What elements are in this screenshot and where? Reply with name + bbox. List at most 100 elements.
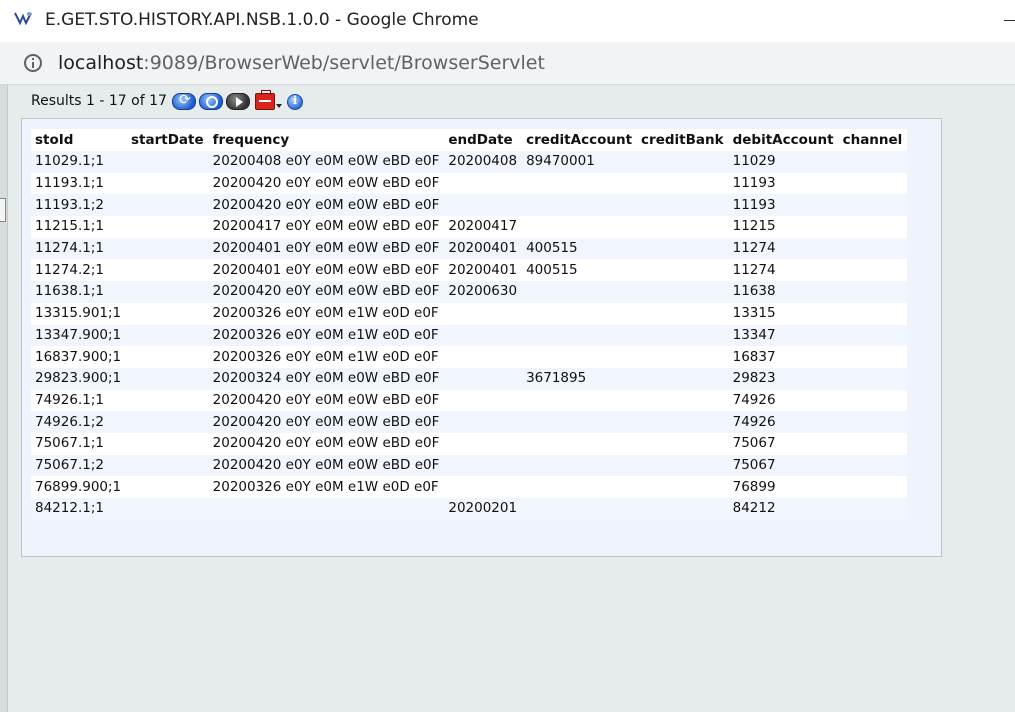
cell-creditaccount: 400515 bbox=[522, 259, 638, 282]
table-row[interactable]: 11274.2;1 20200401 e0Y e0M e0W eBD e0F 202… bbox=[31, 259, 908, 282]
cell-frequency: 20200326 e0Y e0M e1W e0D e0F bbox=[208, 324, 445, 347]
cell-creditaccount bbox=[522, 476, 638, 498]
cell-channel bbox=[838, 324, 908, 347]
cell-channel bbox=[838, 259, 908, 282]
cell-debitaccount: 11215 bbox=[728, 216, 839, 238]
left-frame-tab[interactable] bbox=[0, 198, 6, 222]
cell-enddate: 20200401 bbox=[444, 259, 523, 282]
site-info-icon[interactable] bbox=[24, 54, 42, 72]
left-frame-edge bbox=[0, 84, 8, 712]
cell-stoid: 74926.1;2 bbox=[31, 411, 127, 433]
cell-frequency: 20200420 e0Y e0M e0W eBD e0F bbox=[208, 281, 445, 303]
cell-frequency bbox=[208, 498, 445, 520]
cell-creditbank bbox=[637, 259, 729, 282]
results-panel: stoId startDate frequency endDate credit… bbox=[21, 118, 942, 557]
cell-frequency: 20200420 e0Y e0M e0W eBD e0F bbox=[208, 389, 445, 412]
table-row[interactable]: 75067.1;2 20200420 e0Y e0M e0W eBD e0F 750… bbox=[31, 454, 908, 477]
cell-channel bbox=[838, 216, 908, 238]
column-header-frequency[interactable]: frequency bbox=[208, 129, 445, 151]
cell-debitaccount: 16837 bbox=[728, 346, 839, 368]
minimize-icon[interactable] bbox=[1004, 20, 1015, 21]
table-row[interactable]: 11193.1;2 20200420 e0Y e0M e0W eBD e0F 111… bbox=[31, 194, 908, 217]
cell-channel bbox=[838, 411, 908, 433]
cell-enddate bbox=[444, 302, 523, 325]
cell-enddate: 20200408 bbox=[444, 151, 523, 173]
column-header-creditbank[interactable]: creditBank bbox=[637, 129, 729, 151]
cell-creditaccount: 89470001 bbox=[522, 151, 638, 173]
cell-frequency: 20200420 e0Y e0M e0W eBD e0F bbox=[208, 172, 445, 195]
table-row[interactable]: 74926.1;1 20200420 e0Y e0M e0W eBD e0F 749… bbox=[31, 389, 908, 412]
cell-startdate bbox=[127, 151, 209, 173]
table-row[interactable]: 76899.900;1 20200326 e0Y e0M e1W e0D e0F 7… bbox=[31, 476, 908, 498]
cell-startdate bbox=[127, 346, 209, 368]
cell-frequency: 20200401 e0Y e0M e0W eBD e0F bbox=[208, 237, 445, 260]
cell-frequency: 20200417 e0Y e0M e0W eBD e0F bbox=[208, 216, 445, 238]
cell-frequency: 20200401 e0Y e0M e0W eBD e0F bbox=[208, 259, 445, 282]
cell-channel bbox=[838, 389, 908, 412]
cell-channel bbox=[838, 367, 908, 390]
cell-startdate bbox=[127, 237, 209, 260]
chevron-down-icon[interactable] bbox=[276, 104, 282, 108]
cell-creditbank bbox=[637, 411, 729, 433]
cell-creditaccount bbox=[522, 346, 638, 368]
cell-frequency: 20200420 e0Y e0M e0W eBD e0F bbox=[208, 432, 445, 455]
cell-creditaccount bbox=[522, 432, 638, 455]
cell-enddate bbox=[444, 389, 523, 412]
cell-creditaccount bbox=[522, 498, 638, 520]
table-row[interactable]: 74926.1;2 20200420 e0Y e0M e0W eBD e0F 749… bbox=[31, 411, 908, 433]
cell-creditbank bbox=[637, 432, 729, 455]
cell-startdate bbox=[127, 259, 209, 282]
table-row[interactable]: 11274.1;1 20200401 e0Y e0M e0W eBD e0F 202… bbox=[31, 237, 908, 260]
cell-stoid: 84212.1;1 bbox=[31, 498, 127, 520]
tools-icon[interactable] bbox=[255, 90, 275, 110]
column-header-channel[interactable]: channel bbox=[838, 129, 908, 151]
cell-creditbank bbox=[637, 389, 729, 412]
cell-enddate bbox=[444, 454, 523, 477]
column-header-enddate[interactable]: endDate bbox=[444, 129, 523, 151]
column-header-startdate[interactable]: startDate bbox=[127, 129, 209, 151]
cell-creditbank bbox=[637, 281, 729, 303]
cell-debitaccount: 13347 bbox=[728, 324, 839, 347]
info-icon[interactable] bbox=[287, 94, 303, 110]
results-count: Results 1 - 17 of 17 bbox=[31, 93, 167, 109]
cell-channel bbox=[838, 237, 908, 260]
cell-creditbank bbox=[637, 302, 729, 325]
table-row[interactable]: 11215.1;1 20200417 e0Y e0M e0W eBD e0F 202… bbox=[31, 216, 908, 238]
cell-creditbank bbox=[637, 498, 729, 520]
column-header-creditaccount[interactable]: creditAccount bbox=[522, 129, 638, 151]
cell-channel bbox=[838, 172, 908, 195]
table-row[interactable]: 11638.1;1 20200420 e0Y e0M e0W eBD e0F 202… bbox=[31, 281, 908, 303]
table-row[interactable]: 29823.900;1 20200324 e0Y e0M e0W eBD e0F 3… bbox=[31, 367, 908, 390]
column-header-stoid[interactable]: stoId bbox=[31, 129, 127, 151]
table-row[interactable]: 13315.901;1 20200326 e0Y e0M e1W e0D e0F 1… bbox=[31, 302, 908, 325]
cell-enddate bbox=[444, 476, 523, 498]
cell-startdate bbox=[127, 389, 209, 412]
cell-creditbank bbox=[637, 324, 729, 347]
cell-enddate: 20200417 bbox=[444, 216, 523, 238]
column-header-debitaccount[interactable]: debitAccount bbox=[728, 129, 839, 151]
cell-stoid: 11274.1;1 bbox=[31, 237, 127, 260]
table-row[interactable]: 84212.1;1 20200201 84212 bbox=[31, 498, 908, 520]
cell-startdate bbox=[127, 432, 209, 455]
table-row[interactable]: 11029.1;1 20200408 e0Y e0M e0W eBD e0F 202… bbox=[31, 151, 908, 173]
cell-creditaccount bbox=[522, 302, 638, 325]
url-field[interactable]: localhost:9089/BrowserWeb/servlet/Browse… bbox=[58, 52, 545, 74]
refresh-icon[interactable] bbox=[172, 92, 196, 110]
table-row[interactable]: 75067.1;1 20200420 e0Y e0M e0W eBD e0F 750… bbox=[31, 432, 908, 455]
table-row[interactable]: 16837.900;1 20200326 e0Y e0M e1W e0D e0F 1… bbox=[31, 346, 908, 368]
cell-stoid: 11274.2;1 bbox=[31, 259, 127, 282]
search-icon[interactable] bbox=[199, 93, 223, 110]
cell-stoid: 11215.1;1 bbox=[31, 216, 127, 238]
cell-channel bbox=[838, 302, 908, 325]
cell-channel bbox=[838, 151, 908, 173]
table-row[interactable]: 11193.1;1 20200420 e0Y e0M e0W eBD e0F 111… bbox=[31, 172, 908, 195]
cell-frequency: 20200326 e0Y e0M e1W e0D e0F bbox=[208, 302, 445, 325]
cell-enddate bbox=[444, 346, 523, 368]
cell-enddate bbox=[444, 411, 523, 433]
cell-startdate bbox=[127, 194, 209, 217]
cell-creditaccount bbox=[522, 281, 638, 303]
cell-channel bbox=[838, 454, 908, 477]
next-icon[interactable] bbox=[226, 93, 250, 110]
table-row[interactable]: 13347.900;1 20200326 e0Y e0M e1W e0D e0F 1… bbox=[31, 324, 908, 347]
cell-enddate bbox=[444, 432, 523, 455]
